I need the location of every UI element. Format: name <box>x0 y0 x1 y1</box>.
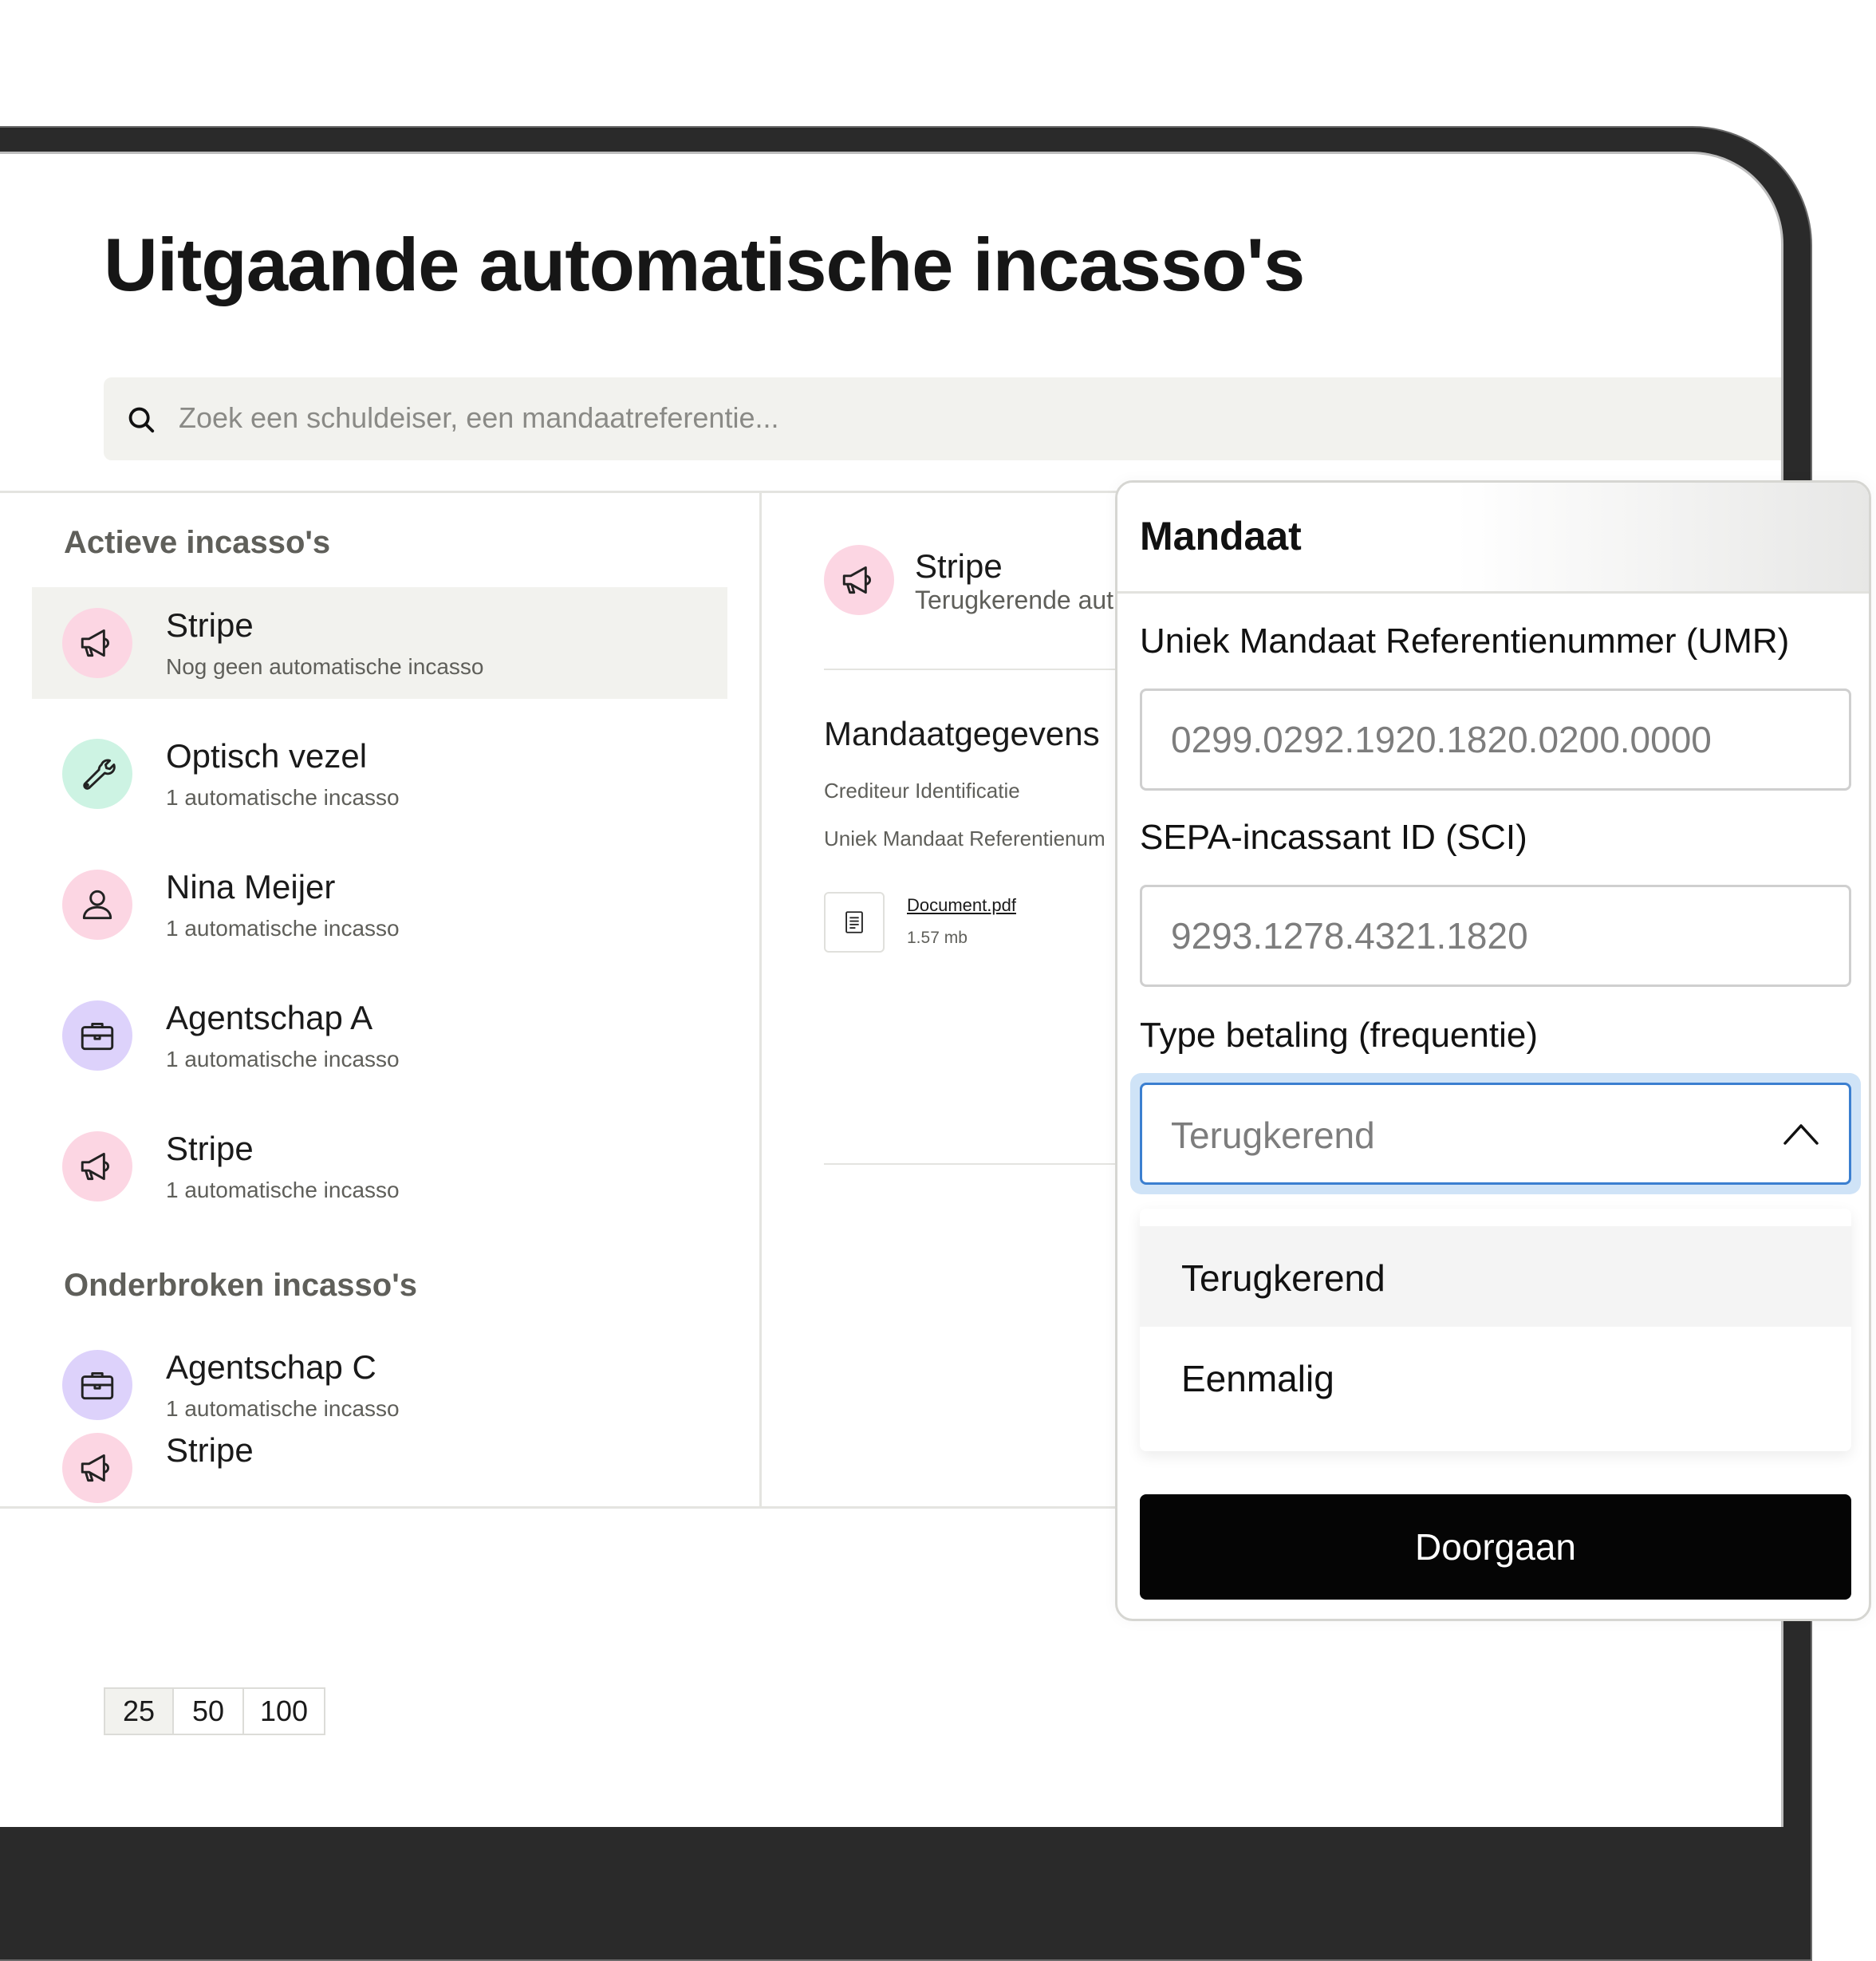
option-label: Terugkerend <box>1181 1257 1385 1299</box>
item-name: Stripe <box>166 1130 254 1167</box>
page-size-25[interactable]: 25 <box>104 1687 174 1735</box>
megaphone-icon <box>842 566 871 594</box>
mandate-modal: Mandaat Uniek Mandaat Referentienummer (… <box>1115 480 1871 1621</box>
mandate-list: Actieve incasso's Stripe Nog geen automa… <box>0 493 759 1506</box>
wrench-icon <box>83 759 116 790</box>
avatar <box>62 739 132 809</box>
item-name: Nina Meijer <box>166 868 336 906</box>
search-bar[interactable]: Zoek een schuldeiser, een mandaatreferen… <box>104 377 1781 460</box>
modal-header: Mandaat <box>1117 483 1869 594</box>
item-name: Stripe <box>166 1431 254 1469</box>
document-size: 1.57 mb <box>907 929 968 947</box>
divider <box>0 1506 1133 1509</box>
megaphone-icon <box>81 1152 109 1181</box>
option-label: Eenmalig <box>1181 1358 1334 1399</box>
page-title: Uitgaande automatische incasso's <box>104 223 1305 306</box>
umr-input[interactable] <box>1140 689 1851 791</box>
detail-section-heading: Mandaatgegevens <box>824 715 1100 752</box>
item-subtitle: Nog geen automatische incasso <box>166 654 484 679</box>
item-subtitle: 1 automatische incasso <box>166 1178 400 1202</box>
modal-title: Mandaat <box>1140 514 1302 558</box>
payment-type-select[interactable]: Terugkerend <box>1140 1083 1851 1185</box>
detail-name: Stripe <box>915 547 1003 585</box>
avatar <box>62 1350 132 1420</box>
item-name: Agentschap A <box>166 999 373 1036</box>
item-subtitle: 1 automatische incasso <box>166 1047 400 1071</box>
detail-label-umr: Uniek Mandaat Referentienum <box>824 827 1106 850</box>
sci-input[interactable] <box>1140 885 1851 987</box>
detail-subtitle: Terugkerende aut <box>915 586 1114 614</box>
item-name: Stripe <box>166 606 254 644</box>
payment-type-options: Terugkerend Eenmalig <box>1140 1209 1851 1451</box>
page-size-50[interactable]: 50 <box>174 1687 244 1735</box>
avatar <box>62 870 132 940</box>
list-item[interactable]: Stripe Nog geen automatische incasso <box>32 587 727 699</box>
search-icon <box>128 407 155 433</box>
briefcase-icon <box>81 1022 114 1051</box>
sci-label: SEPA-incassant ID (SCI) <box>1140 818 1527 857</box>
section-heading-active: Actieve incasso's <box>64 525 331 560</box>
umr-label: Uniek Mandaat Referentienummer (UMR) <box>1140 621 1790 661</box>
briefcase-icon <box>81 1371 114 1400</box>
list-item[interactable]: Agentschap A 1 automatische incasso <box>32 980 727 1091</box>
avatar <box>62 1000 132 1071</box>
search-input[interactable]: Zoek een schuldeiser, een mandaatreferen… <box>179 401 778 435</box>
avatar <box>62 608 132 678</box>
chevron-up-icon[interactable] <box>1782 1120 1820 1147</box>
option-one-time[interactable]: Eenmalig <box>1140 1327 1851 1427</box>
megaphone-icon <box>81 1454 109 1482</box>
user-icon <box>82 890 112 920</box>
item-name: Agentschap C <box>166 1348 376 1386</box>
continue-button[interactable]: Doorgaan <box>1140 1494 1851 1600</box>
item-subtitle: 1 automatische incasso <box>166 785 400 810</box>
list-item[interactable]: Stripe <box>32 1412 727 1506</box>
detail-label-creditor: Crediteur Identificatie <box>824 779 1020 803</box>
list-item[interactable]: Nina Meijer 1 automatische incasso <box>32 849 727 961</box>
item-name: Optisch vezel <box>166 737 368 775</box>
document-icon-box[interactable] <box>824 892 885 953</box>
megaphone-icon <box>81 629 109 657</box>
document-link[interactable]: Document.pdf <box>907 895 1016 916</box>
option-recurring[interactable]: Terugkerend <box>1140 1226 1851 1327</box>
page-size-selector: 25 50 100 <box>104 1687 325 1735</box>
section-heading-interrupted: Onderbroken incasso's <box>64 1268 417 1303</box>
list-item[interactable]: Stripe 1 automatische incasso <box>32 1111 727 1222</box>
payment-type-label: Type betaling (frequentie) <box>1140 1016 1538 1055</box>
item-subtitle: 1 automatische incasso <box>166 916 400 941</box>
document-icon <box>845 911 863 933</box>
list-item[interactable]: Optisch vezel 1 automatische incasso <box>32 718 727 830</box>
payment-type-value: Terugkerend <box>1171 1115 1375 1156</box>
page-size-100[interactable]: 100 <box>244 1687 325 1735</box>
avatar <box>824 545 894 615</box>
avatar <box>62 1131 132 1201</box>
avatar <box>62 1433 132 1503</box>
